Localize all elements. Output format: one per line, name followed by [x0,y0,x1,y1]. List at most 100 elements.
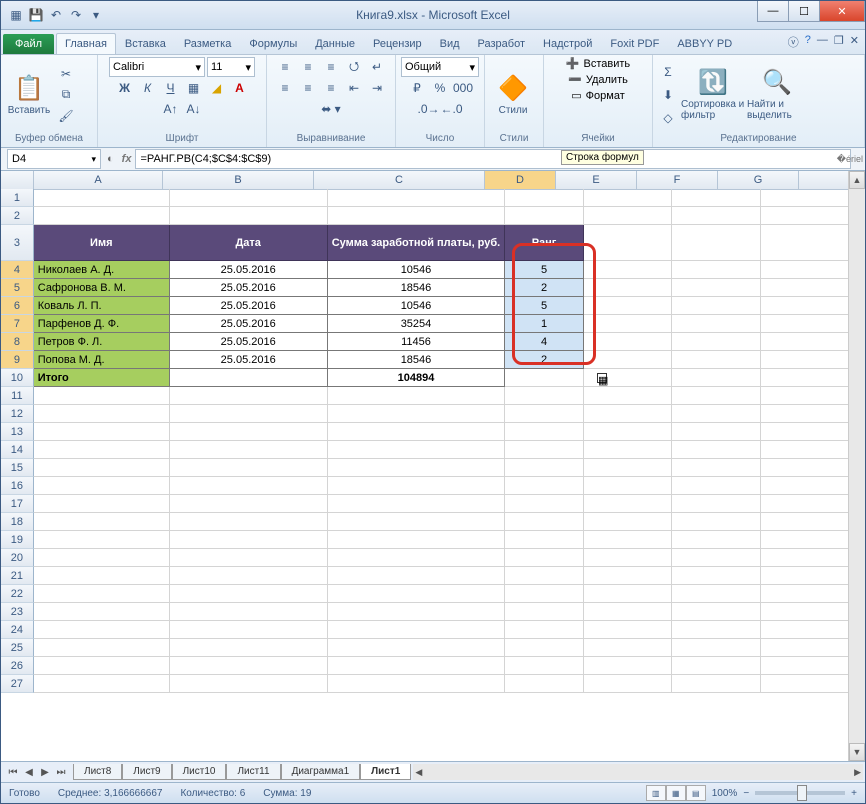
header-sum[interactable]: Сумма заработной платы, руб. [328,225,506,261]
workbook-close-icon[interactable]: ✕ [850,34,859,50]
cell[interactable] [505,639,583,657]
cell-rank[interactable]: 1 [505,315,583,333]
cell[interactable] [170,639,328,657]
cell[interactable] [170,675,328,693]
cell[interactable] [761,657,849,675]
find-select-button[interactable]: 🔍 Найти и выделить [747,68,807,121]
cell[interactable] [328,477,506,495]
cell[interactable] [505,567,583,585]
cell[interactable] [328,531,506,549]
view-layout-icon[interactable]: ▦ [666,785,686,801]
cell[interactable] [672,603,760,621]
cell[interactable] [761,315,849,333]
redo-icon[interactable]: ↷ [67,6,85,24]
cell[interactable] [34,459,170,477]
align-top-icon[interactable]: ≡ [274,57,296,77]
header-date[interactable]: Дата [170,225,328,261]
fill-color-button[interactable]: ◢ [206,78,228,98]
cell[interactable] [170,549,328,567]
cell[interactable] [170,621,328,639]
cell-name[interactable]: Парфенов Д. Ф. [34,315,170,333]
cell[interactable] [672,405,760,423]
select-all-corner[interactable] [1,171,34,189]
cell[interactable] [761,207,849,225]
zoom-slider[interactable] [755,791,845,795]
row-header[interactable]: 3 [1,225,34,261]
prev-sheet-icon[interactable]: ◀ [21,767,37,778]
clear-icon[interactable]: ◇ [657,108,679,128]
row-header[interactable]: 22 [1,585,34,603]
cell[interactable] [761,405,849,423]
cell-sum[interactable]: 11456 [328,333,506,351]
cell[interactable] [170,585,328,603]
row-header[interactable]: 9 [1,351,34,369]
workbook-restore-icon[interactable]: ❐ [834,34,844,50]
autofill-options-icon[interactable]: ▦ [597,373,607,383]
cell[interactable] [170,603,328,621]
row-header[interactable]: 4 [1,261,34,279]
row-header[interactable]: 27 [1,675,34,693]
cell[interactable] [672,225,760,261]
cell[interactable] [672,333,760,351]
row-header[interactable]: 25 [1,639,34,657]
cell[interactable] [672,441,760,459]
cell[interactable] [505,549,583,567]
maximize-button[interactable]: ☐ [788,1,820,22]
cell[interactable] [584,441,672,459]
tab-data[interactable]: Данные [306,33,364,54]
cell-sum[interactable]: 35254 [328,315,506,333]
cell[interactable] [584,603,672,621]
decrease-decimal-icon[interactable]: ←.0 [441,99,463,119]
cell-rank[interactable]: 5 [505,297,583,315]
cell-name[interactable]: Коваль Л. П. [34,297,170,315]
percent-icon[interactable]: % [429,78,451,98]
zoom-out-icon[interactable]: − [743,788,749,799]
cell[interactable] [761,369,849,387]
undo-icon[interactable]: ↶ [47,6,65,24]
tab-foxit[interactable]: Foxit PDF [601,33,668,54]
horizontal-scrollbar[interactable]: ◀▶ [413,764,863,780]
cell[interactable] [505,531,583,549]
cell[interactable] [584,333,672,351]
row-header[interactable]: 13 [1,423,34,441]
align-middle-icon[interactable]: ≡ [297,57,319,77]
cell[interactable] [328,423,506,441]
cell[interactable] [672,675,760,693]
cell-sum[interactable]: 18546 [328,351,506,369]
cell[interactable] [505,189,583,207]
view-normal-icon[interactable]: ▥ [646,785,666,801]
fill-icon[interactable]: ⬇ [657,85,679,105]
row-header[interactable]: 23 [1,603,34,621]
cell[interactable] [328,513,506,531]
cell[interactable] [505,387,583,405]
cell[interactable] [761,279,849,297]
cell[interactable] [328,441,506,459]
tab-file[interactable]: Файл [3,34,54,54]
cell[interactable] [584,297,672,315]
cell[interactable] [672,567,760,585]
row-header[interactable]: 26 [1,657,34,675]
increase-font-icon[interactable]: A↑ [160,99,182,119]
decrease-font-icon[interactable]: A↓ [183,99,205,119]
autosum-icon[interactable]: Σ [657,62,679,82]
row-header[interactable]: 17 [1,495,34,513]
view-pagebreak-icon[interactable]: ▤ [686,785,706,801]
cell[interactable] [328,549,506,567]
cell[interactable] [328,459,506,477]
cell[interactable] [584,657,672,675]
cell[interactable] [761,603,849,621]
tab-review[interactable]: Рецензир [364,33,431,54]
cell[interactable] [34,513,170,531]
cell[interactable] [170,423,328,441]
cell[interactable] [672,495,760,513]
col-header-e[interactable]: E [556,171,637,189]
first-sheet-icon[interactable]: ⏮ [5,767,21,778]
cell[interactable] [672,351,760,369]
sheet-tab[interactable]: Лист10 [172,764,227,780]
row-header[interactable]: 19 [1,531,34,549]
row-header[interactable]: 21 [1,567,34,585]
cell[interactable] [672,477,760,495]
cell[interactable] [584,315,672,333]
cell[interactable] [505,405,583,423]
orientation-icon[interactable]: ⭯ [343,57,365,77]
